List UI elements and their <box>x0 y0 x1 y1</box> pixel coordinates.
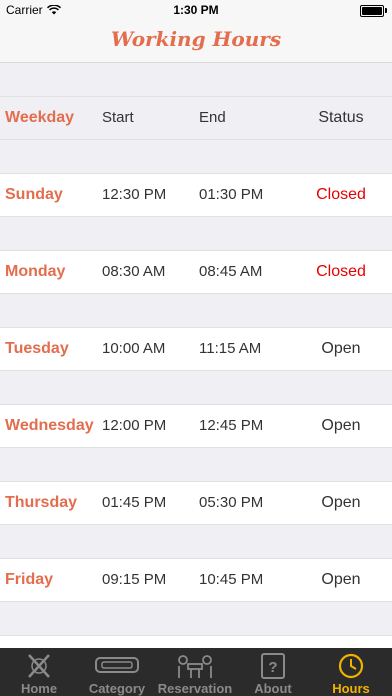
end-time: 08:45 AM <box>199 263 263 280</box>
day-row[interactable]: Thursday 01:45 PM 05:30 PM Open <box>0 481 392 525</box>
section-gap <box>0 63 392 96</box>
section-gap <box>0 448 392 481</box>
tab-home[interactable]: Home <box>0 648 78 696</box>
day-name: Friday <box>5 571 54 588</box>
end-time: 05:30 PM <box>199 494 264 511</box>
header-status: Status <box>318 109 364 126</box>
category-icon <box>95 657 139 673</box>
tab-hours-label: Hours <box>332 681 370 696</box>
header-row: Weekday Start End Status <box>0 96 392 140</box>
day-name: Thursday <box>5 494 78 511</box>
section-gap <box>0 602 392 635</box>
section-gap <box>0 294 392 327</box>
page-title: Working Hours <box>110 27 282 51</box>
start-time: 12:30 PM <box>102 186 167 203</box>
tab-home-label: Home <box>20 681 58 696</box>
day-row[interactable]: Sunday 12:30 PM 01:30 PM Closed <box>0 173 392 217</box>
tab-reservation[interactable]: Reservation <box>156 648 234 696</box>
day-row[interactable]: Friday 09:15 PM 10:45 PM Open <box>0 558 392 602</box>
tab-category-label: Category <box>88 681 146 696</box>
day-row[interactable]: Saturday11:15 PM11:45 PMOpen <box>0 635 392 648</box>
tab-hours[interactable]: Hours <box>312 648 390 696</box>
status-label: Open <box>321 494 361 511</box>
section-gap <box>0 140 392 173</box>
header-weekday: Weekday <box>5 109 75 126</box>
status-bar: Carrier 1:30 PM <box>0 0 392 20</box>
question-icon: ? <box>261 653 285 679</box>
reservation-icon <box>178 655 212 678</box>
day-name: Monday <box>5 263 66 280</box>
battery-icon <box>360 5 387 17</box>
svg-text:?: ? <box>268 659 277 676</box>
header-start: Start <box>102 109 134 126</box>
status-label: Open <box>321 571 361 588</box>
day-name: Tuesday <box>5 340 69 357</box>
day-name: Wednesday <box>5 417 94 434</box>
start-time: 01:45 PM <box>102 494 167 511</box>
section-gap <box>0 525 392 558</box>
start-time: 10:00 AM <box>102 340 166 357</box>
end-time: 11:15 AM <box>199 340 262 357</box>
end-time: 12:45 PM <box>199 417 264 434</box>
status-label: Closed <box>316 263 366 280</box>
section-gap <box>0 217 392 250</box>
status-label: Open <box>321 417 361 434</box>
status-label: Closed <box>316 186 366 203</box>
tab-about[interactable]: ? About <box>234 648 312 696</box>
tab-bar: Home Category Reservation ? About Hours <box>0 648 392 696</box>
end-time: 10:45 PM <box>199 571 264 588</box>
tab-about-label: About <box>254 681 292 696</box>
hours-list[interactable]: Weekday Start End Status Sunday 12:30 PM 0… <box>0 63 392 648</box>
clock-icon <box>338 653 364 679</box>
end-time: 01:30 PM <box>199 186 264 203</box>
start-time: 09:15 PM <box>102 571 167 588</box>
header-end: End <box>199 109 226 126</box>
tab-reservation-label: Reservation <box>157 681 233 696</box>
status-time: 1:30 PM <box>173 3 219 17</box>
section-gap <box>0 371 392 404</box>
navigation-bar: Working Hours <box>0 20 392 63</box>
start-time: 08:30 AM <box>102 263 166 280</box>
day-row[interactable]: Monday 08:30 AM 08:45 AM Closed <box>0 250 392 294</box>
status-label: Open <box>321 340 361 357</box>
day-name: Sunday <box>5 186 63 203</box>
day-row[interactable]: Tuesday 10:00 AM 11:15 AM Open <box>0 327 392 371</box>
tab-category[interactable]: Category <box>78 648 156 696</box>
fork-knife-icon <box>28 654 50 678</box>
start-time: 12:00 PM <box>102 417 167 434</box>
day-row[interactable]: Wednesday 12:00 PM 12:45 PM Open <box>0 404 392 448</box>
